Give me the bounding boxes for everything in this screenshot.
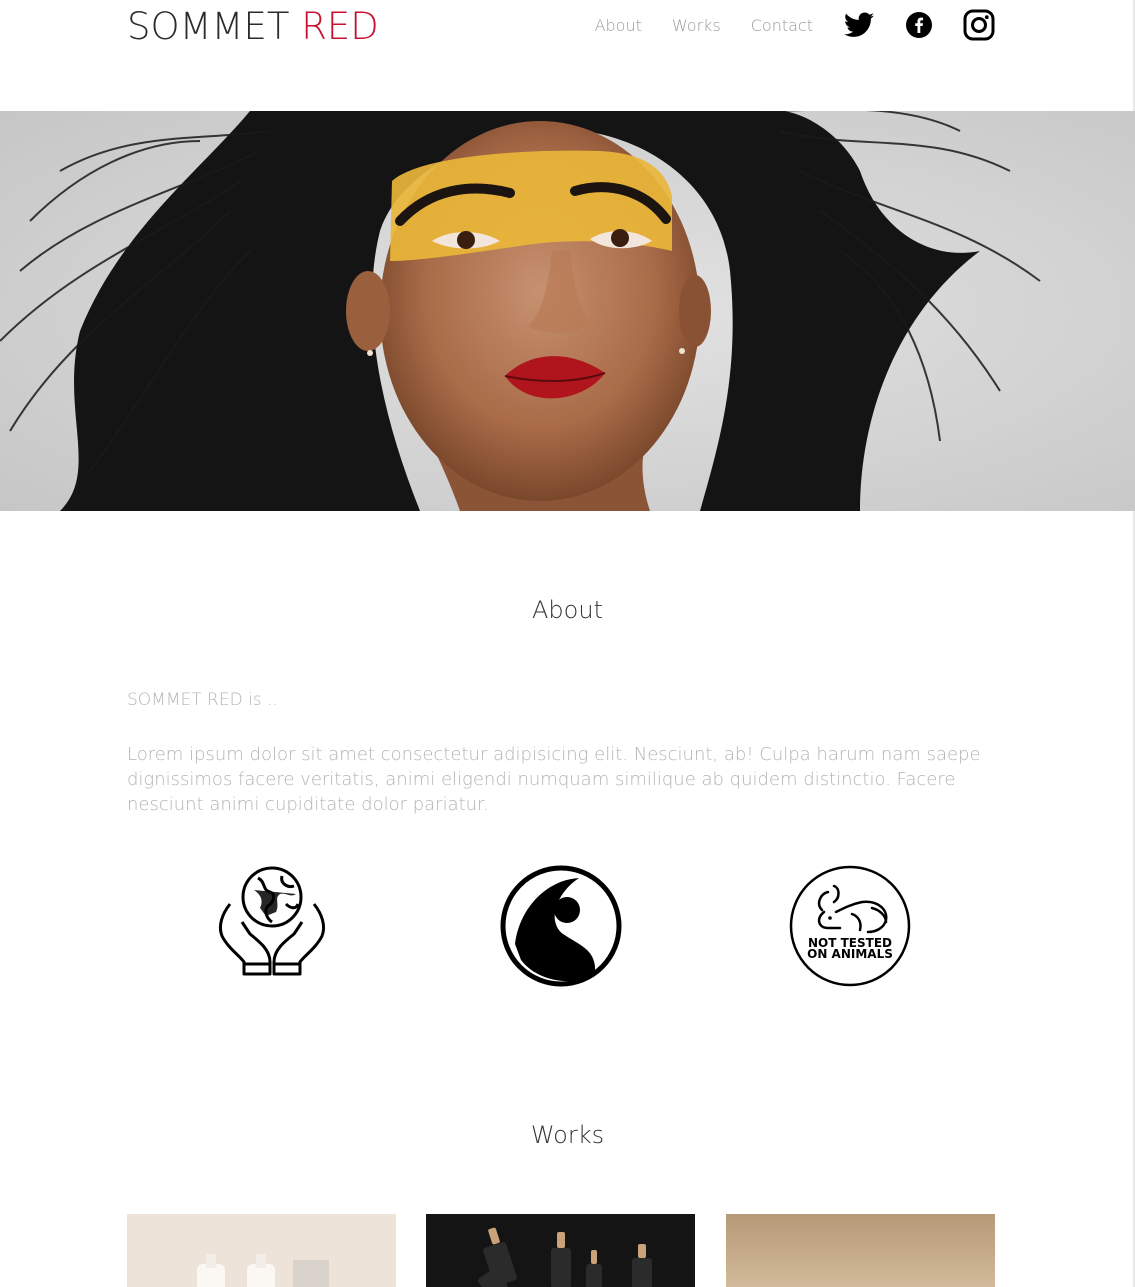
instagram-icon[interactable]	[963, 9, 995, 41]
main-nav: About Works Contact	[595, 8, 995, 42]
page: SOMMET RED About Works Contact About SOM…	[0, 0, 1135, 1287]
work-card-3[interactable]	[726, 1214, 995, 1287]
facebook-icon[interactable]	[903, 9, 935, 41]
site-header: SOMMET RED About Works Contact	[127, 0, 995, 60]
nav-link-works[interactable]: Works	[672, 16, 721, 35]
hero-image	[0, 111, 1135, 511]
cruelty-free-rabbit-icon: NOT TESTED ON ANIMALS	[788, 864, 912, 988]
hero-portrait-illustration	[0, 111, 1135, 511]
logo-text-red: RED	[301, 5, 379, 48]
about-heading: About	[532, 596, 603, 624]
about-intro: SOMMET RED is ..	[127, 690, 278, 710]
work-image-1	[127, 1214, 396, 1287]
nav-link-contact[interactable]: Contact	[751, 16, 813, 35]
works-heading: Works	[530, 1121, 605, 1149]
logo-text-dark: SOMMET	[127, 5, 290, 48]
work-image-2	[426, 1214, 695, 1287]
twitter-icon[interactable]	[843, 9, 875, 41]
cruelty-free-label: NOT TESTED ON ANIMALS	[788, 937, 912, 961]
cruelty-free-line2: ON ANIMALS	[807, 947, 893, 961]
fairtrade-icon	[499, 864, 623, 988]
hands-globe-icon	[210, 864, 334, 988]
about-body: Lorem ipsum dolor sit amet consectetur a…	[127, 744, 981, 815]
nav-link-about[interactable]: About	[595, 16, 642, 35]
site-logo[interactable]: SOMMET RED	[127, 5, 379, 49]
work-card-1[interactable]	[127, 1214, 396, 1287]
work-card-2[interactable]	[426, 1214, 695, 1287]
